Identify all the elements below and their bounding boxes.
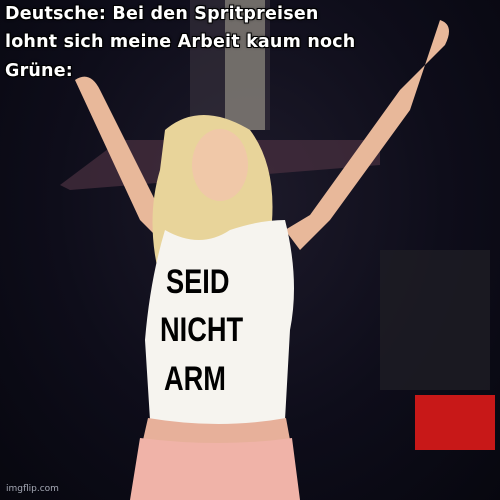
caption-line-2: lohnt sich meine Arbeit kaum noch — [5, 32, 356, 52]
caption-line-1: Deutsche: Bei den Spritpreisen — [5, 4, 319, 24]
shirt-text-line-1: SEID — [166, 263, 230, 301]
shirt-text-line-2: NICHT — [160, 311, 244, 349]
pink-skirt — [130, 438, 300, 500]
shirt-text-line-3: ARM — [164, 360, 226, 398]
photo-scene — [60, 0, 495, 500]
caption-line-3: Grüne: — [5, 61, 73, 81]
right-arm — [285, 20, 449, 250]
meme-image: Deutsche: Bei den Spritpreisen lohnt sic… — [0, 0, 500, 500]
face — [192, 129, 248, 201]
red-light — [415, 395, 495, 450]
imgflip-watermark: imgflip.com — [6, 484, 59, 494]
